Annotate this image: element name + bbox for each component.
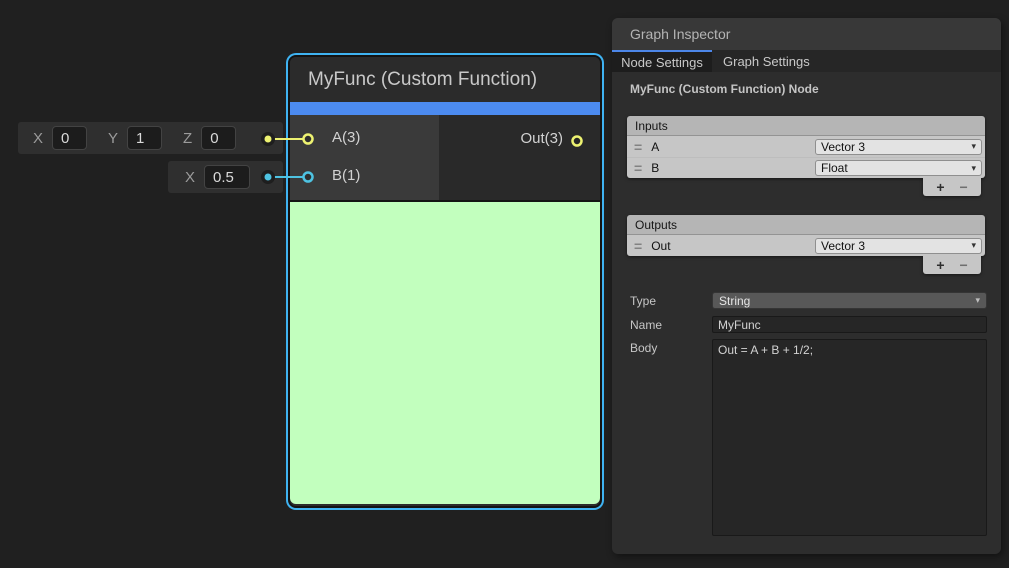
inputs-list-header: Inputs xyxy=(627,116,985,136)
outputs-list: Outputs = Out Vector 3 ▾ + − xyxy=(627,215,985,274)
node-preview-area[interactable] xyxy=(290,200,600,504)
z-field[interactable] xyxy=(201,126,236,150)
x-field-label: X xyxy=(33,130,43,147)
float-inline-editor: X xyxy=(168,161,283,193)
y-field-label: Y xyxy=(108,130,118,147)
graph-inspector-panel: Graph Inspector Node Settings Graph Sett… xyxy=(612,18,1001,554)
body-field-label: Body xyxy=(630,341,657,355)
add-output-button[interactable]: + xyxy=(936,258,944,272)
node-accent-bar xyxy=(290,102,600,115)
float-x-field[interactable] xyxy=(204,165,250,189)
input-port-b-label: B(1) xyxy=(332,167,360,184)
name-input[interactable] xyxy=(712,316,987,333)
input-port-a-label: A(3) xyxy=(332,129,360,146)
type-dropdown[interactable]: String ▾ xyxy=(712,292,987,309)
shader-graph-canvas[interactable]: X Y Z X MyFunc (Custom Function) A(3) B(… xyxy=(0,0,1009,568)
inspector-title-bar: Graph Inspector xyxy=(612,18,1001,50)
x-field[interactable] xyxy=(52,126,87,150)
tab-node-settings[interactable]: Node Settings xyxy=(612,50,712,72)
node-title: MyFunc (Custom Function) xyxy=(308,69,537,91)
z-field-label: Z xyxy=(183,130,192,147)
outputs-list-header-label: Outputs xyxy=(635,218,677,232)
input-a-type-value: Vector 3 xyxy=(821,140,865,154)
outputs-list-header: Outputs xyxy=(627,215,985,235)
input-a-type-dropdown[interactable]: Vector 3 ▾ xyxy=(815,139,982,155)
dropdown-arrow-icon: ▾ xyxy=(975,295,980,306)
list-item[interactable]: = B Float ▾ xyxy=(627,157,985,178)
input-row-name: A xyxy=(651,140,659,154)
inspector-title: Graph Inspector xyxy=(630,26,730,42)
add-input-button[interactable]: + xyxy=(936,180,944,194)
type-field-label: Type xyxy=(630,294,656,308)
output-out-type-value: Vector 3 xyxy=(821,239,865,253)
inputs-list: Inputs = A Vector 3 ▾ = B Float ▾ xyxy=(627,116,985,196)
list-item[interactable]: = A Vector 3 ▾ xyxy=(627,136,985,157)
node-title-bar[interactable]: MyFunc (Custom Function) xyxy=(290,57,600,102)
tab-graph-settings[interactable]: Graph Settings xyxy=(712,50,824,72)
x-field-label: X xyxy=(185,169,195,186)
custom-function-node[interactable]: MyFunc (Custom Function) A(3) B(1) Out(3… xyxy=(288,55,602,508)
vector3-inline-editor: X Y Z xyxy=(18,122,283,154)
input-b-type-value: Float xyxy=(821,161,848,175)
dropdown-arrow-icon: ▾ xyxy=(971,141,976,152)
dropdown-arrow-icon: ▾ xyxy=(971,240,976,251)
node-ports-section: A(3) B(1) Out(3) xyxy=(290,115,600,200)
name-field-label: Name xyxy=(630,318,662,332)
dropdown-arrow-icon: ▾ xyxy=(971,163,976,174)
remove-input-button[interactable]: − xyxy=(960,180,968,194)
node-input-ports-panel xyxy=(290,115,439,200)
list-item[interactable]: = Out Vector 3 ▾ xyxy=(627,235,985,256)
body-textarea[interactable]: Out = A + B + 1/2; xyxy=(712,339,987,536)
type-dropdown-value: String xyxy=(719,294,750,308)
tab-graph-settings-label: Graph Settings xyxy=(723,54,810,69)
input-row-name: B xyxy=(651,161,659,175)
output-row-name: Out xyxy=(651,239,670,253)
inputs-list-header-label: Inputs xyxy=(635,119,668,133)
outputs-list-footer: + − xyxy=(923,256,981,274)
inputs-list-footer: + − xyxy=(923,178,981,196)
remove-output-button[interactable]: − xyxy=(960,258,968,272)
y-field[interactable] xyxy=(127,126,162,150)
node-settings-heading: MyFunc (Custom Function) Node xyxy=(630,82,819,96)
input-b-type-dropdown[interactable]: Float ▾ xyxy=(815,160,982,176)
output-out-type-dropdown[interactable]: Vector 3 ▾ xyxy=(815,238,982,254)
tab-node-settings-label: Node Settings xyxy=(621,55,703,70)
inspector-tab-bar: Node Settings Graph Settings xyxy=(612,50,1001,72)
output-port-out-label: Out(3) xyxy=(520,130,563,147)
